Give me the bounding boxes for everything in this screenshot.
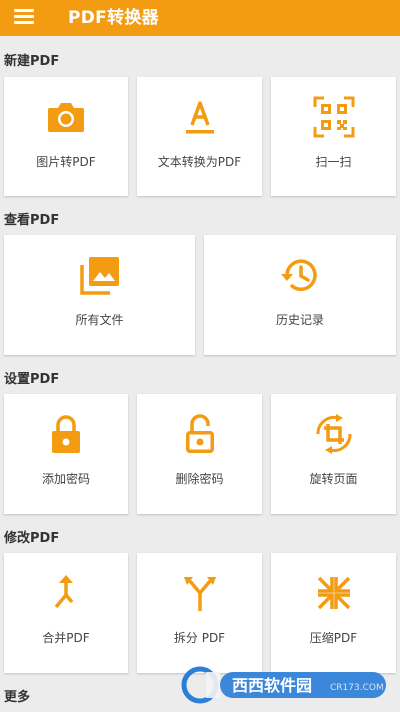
scan-label: 扫一扫 bbox=[315, 155, 352, 169]
split-icon bbox=[183, 577, 216, 611]
qr-scan-icon bbox=[313, 96, 354, 138]
camera-icon bbox=[48, 103, 84, 132]
all-files-button[interactable]: 所有文件 bbox=[4, 235, 195, 355]
app-title: PDF转换器 bbox=[68, 7, 159, 28]
split-pdf-button[interactable]: 拆分 PDF bbox=[137, 553, 262, 673]
section-title-new-pdf: 新建PDF bbox=[4, 54, 60, 69]
add-password-button[interactable]: 添加密码 bbox=[4, 394, 128, 514]
menu-icon[interactable] bbox=[14, 8, 36, 24]
text-to-pdf-button[interactable]: 文本转换为PDF bbox=[137, 77, 262, 196]
remove-password-button[interactable]: 删除密码 bbox=[137, 394, 262, 514]
app-bar: PDF转换器 bbox=[0, 0, 400, 36]
section-title-view-pdf: 查看PDF bbox=[4, 213, 60, 228]
photo-library-icon bbox=[79, 257, 119, 295]
merge-pdf-label: 合并PDF bbox=[42, 631, 90, 645]
unlock-icon bbox=[185, 414, 214, 453]
history-label: 历史记录 bbox=[275, 313, 324, 327]
split-pdf-label: 拆分 PDF bbox=[173, 631, 226, 645]
svg-text:CR173.COM: CR173.COM bbox=[330, 683, 384, 693]
merge-pdf-button[interactable]: 合并PDF bbox=[4, 553, 128, 673]
compress-pdf-label: 压缩PDF bbox=[309, 631, 358, 645]
scan-button[interactable]: 扫一扫 bbox=[271, 77, 396, 196]
history-icon bbox=[281, 259, 317, 291]
text-format-icon bbox=[185, 101, 214, 134]
remove-password-label: 删除密码 bbox=[175, 472, 224, 486]
compress-icon bbox=[317, 576, 350, 610]
history-button[interactable]: 历史记录 bbox=[204, 235, 396, 355]
section-title-settings-pdf: 设置PDF bbox=[4, 372, 60, 387]
svg-text:西西软件园: 西西软件园 bbox=[232, 676, 312, 695]
section-title-more: 更多 bbox=[4, 690, 31, 705]
watermark-logo: 西西软件园 CR173.COM bbox=[180, 664, 392, 706]
section-title-modify-pdf: 修改PDF bbox=[4, 531, 60, 546]
rotate-page-button[interactable]: 旋转页面 bbox=[271, 394, 396, 514]
image-to-pdf-button[interactable]: 图片转PDF bbox=[4, 77, 128, 196]
add-password-label: 添加密码 bbox=[41, 472, 90, 486]
rotate-page-label: 旋转页面 bbox=[309, 472, 358, 486]
all-files-label: 所有文件 bbox=[75, 313, 124, 327]
image-to-pdf-label: 图片转PDF bbox=[36, 155, 96, 169]
text-to-pdf-label: 文本转换为PDF bbox=[157, 155, 242, 169]
merge-icon bbox=[54, 575, 74, 609]
lock-icon bbox=[52, 415, 80, 453]
rotate-icon bbox=[315, 414, 352, 454]
compress-pdf-button[interactable]: 压缩PDF bbox=[271, 553, 396, 673]
